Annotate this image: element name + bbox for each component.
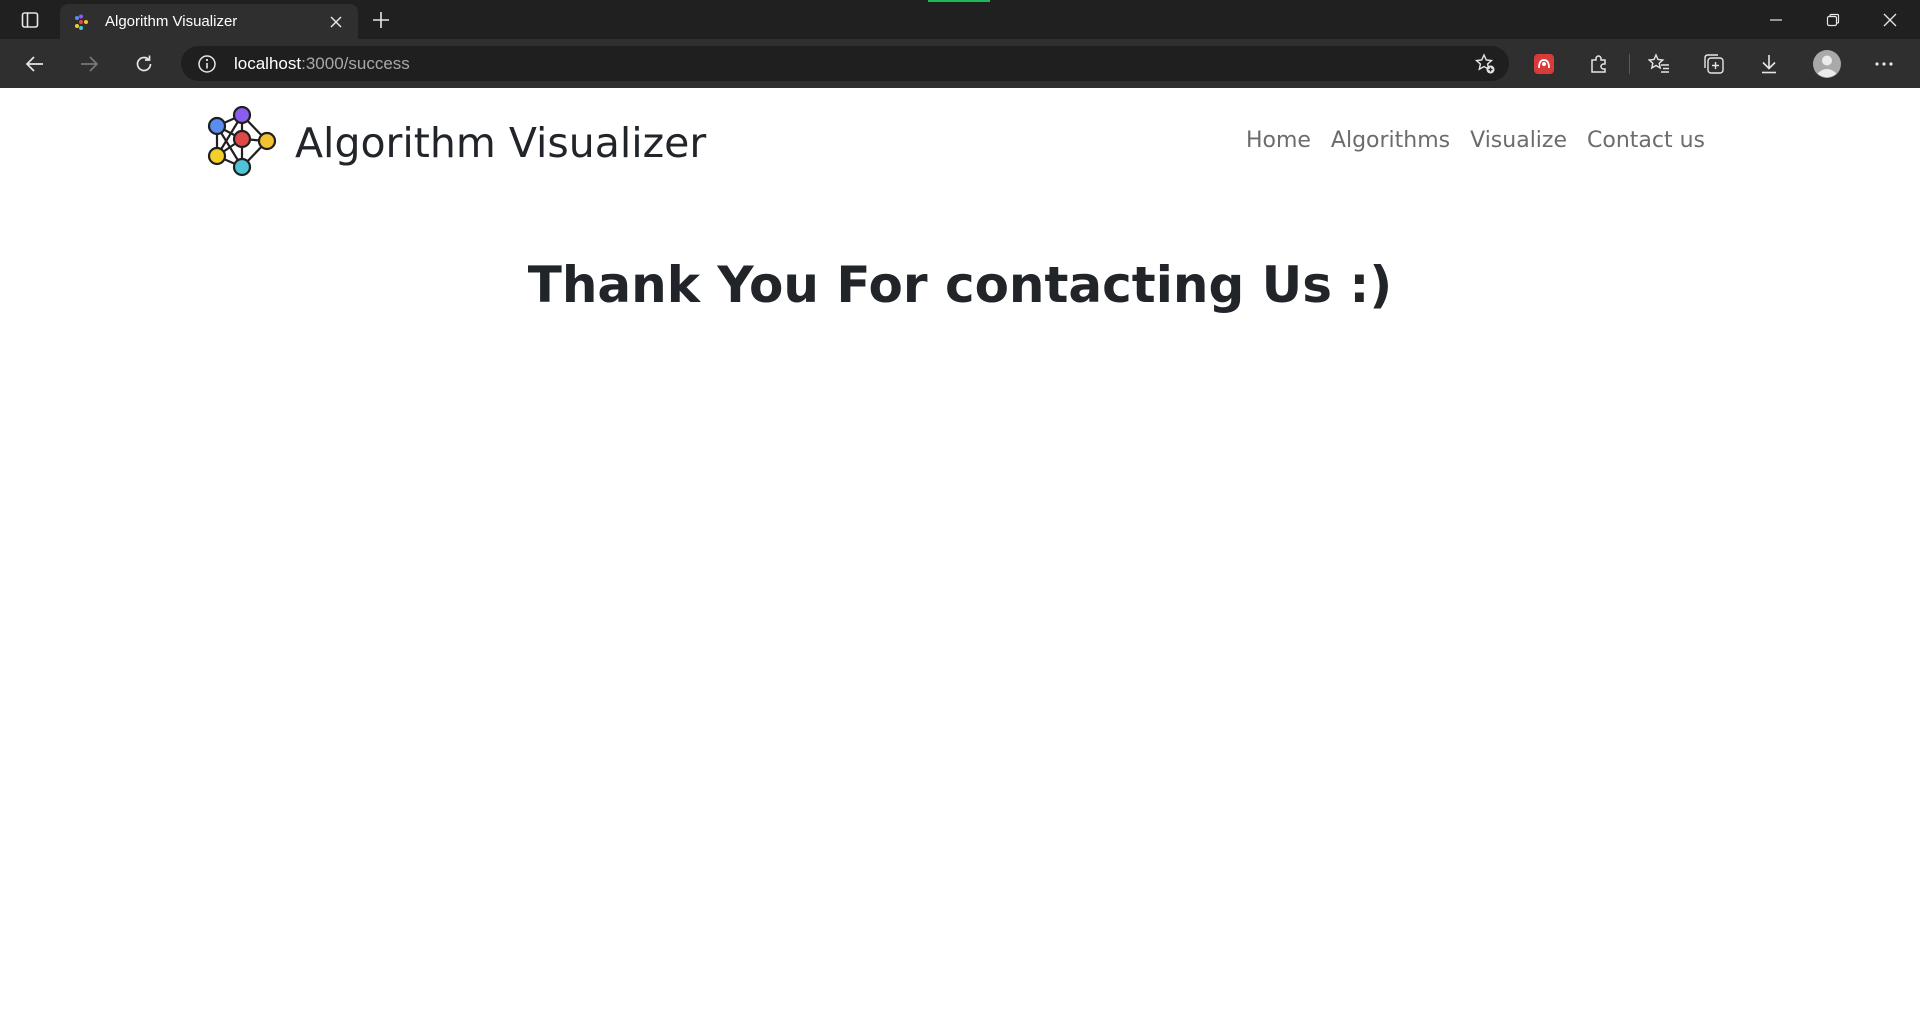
close-icon [330,16,342,28]
collections-icon [1704,54,1724,74]
top-indicator [928,0,990,2]
active-tab[interactable]: Algorithm Visualizer [60,4,358,39]
nav-visualize-link[interactable]: Visualize [1470,128,1567,153]
extensions-button[interactable] [1582,47,1616,81]
restore-button[interactable] [1805,0,1861,39]
browser-tab-bar: Algorithm Visualizer [0,0,1920,39]
favorites-button[interactable] [1642,47,1676,81]
puzzle-icon [1591,55,1606,73]
brand-link[interactable]: Algorithm Visualizer [205,106,706,180]
profile-button[interactable] [1810,47,1844,81]
tab-close-button[interactable] [326,12,346,32]
extension-button[interactable] [1527,47,1561,81]
logo-icon [207,106,277,177]
main-nav: Home Algorithms Visualize Contact us [1246,128,1705,153]
site-favicon-icon [75,14,88,30]
url-host: localhost [234,54,302,73]
downloads-button[interactable] [1752,47,1786,81]
plus-icon [373,12,389,28]
favorites-icon [1648,53,1669,73]
thank-you-heading: Thank You For contacting Us :) [527,256,1393,314]
back-button[interactable] [18,47,52,81]
collections-button[interactable] [1697,47,1731,81]
restore-icon [1826,13,1840,26]
browser-toolbar: localhost:3000/success [0,39,1920,88]
close-window-button[interactable] [1862,0,1918,39]
url-path: :3000/success [301,54,410,73]
forward-button[interactable] [72,47,106,81]
settings-menu-button[interactable] [1867,47,1901,81]
tab-actions-button[interactable] [14,7,46,33]
url-text[interactable]: localhost:3000/success [234,53,410,74]
new-tab-button[interactable] [366,6,396,34]
tab-actions-icon [21,12,39,28]
info-icon[interactable] [197,54,217,74]
more-icon [1875,62,1893,66]
nav-algorithms-link[interactable]: Algorithms [1331,128,1450,153]
refresh-button[interactable] [127,47,161,81]
nav-contact-link[interactable]: Contact us [1587,128,1705,153]
refresh-icon [136,55,152,72]
address-bar[interactable]: localhost:3000/success [181,46,1509,81]
minimize-button[interactable] [1748,0,1804,39]
avatar-icon [1813,50,1841,78]
brand-name: Algorithm Visualizer [295,119,707,167]
download-icon [1762,55,1776,74]
star-plus-icon [1474,53,1495,74]
arrow-right-icon [81,56,99,72]
add-favorite-button[interactable] [1473,52,1497,76]
minimize-icon [1770,18,1782,21]
page-content: Algorithm Visualizer Home Algorithms Vis… [0,88,1920,1030]
nav-home-link[interactable]: Home [1246,128,1311,153]
extension-app-icon [1534,54,1554,74]
tab-title: Algorithm Visualizer [105,13,238,30]
close-icon [1883,13,1897,26]
toolbar-separator [1629,54,1630,74]
arrow-left-icon [25,56,43,72]
